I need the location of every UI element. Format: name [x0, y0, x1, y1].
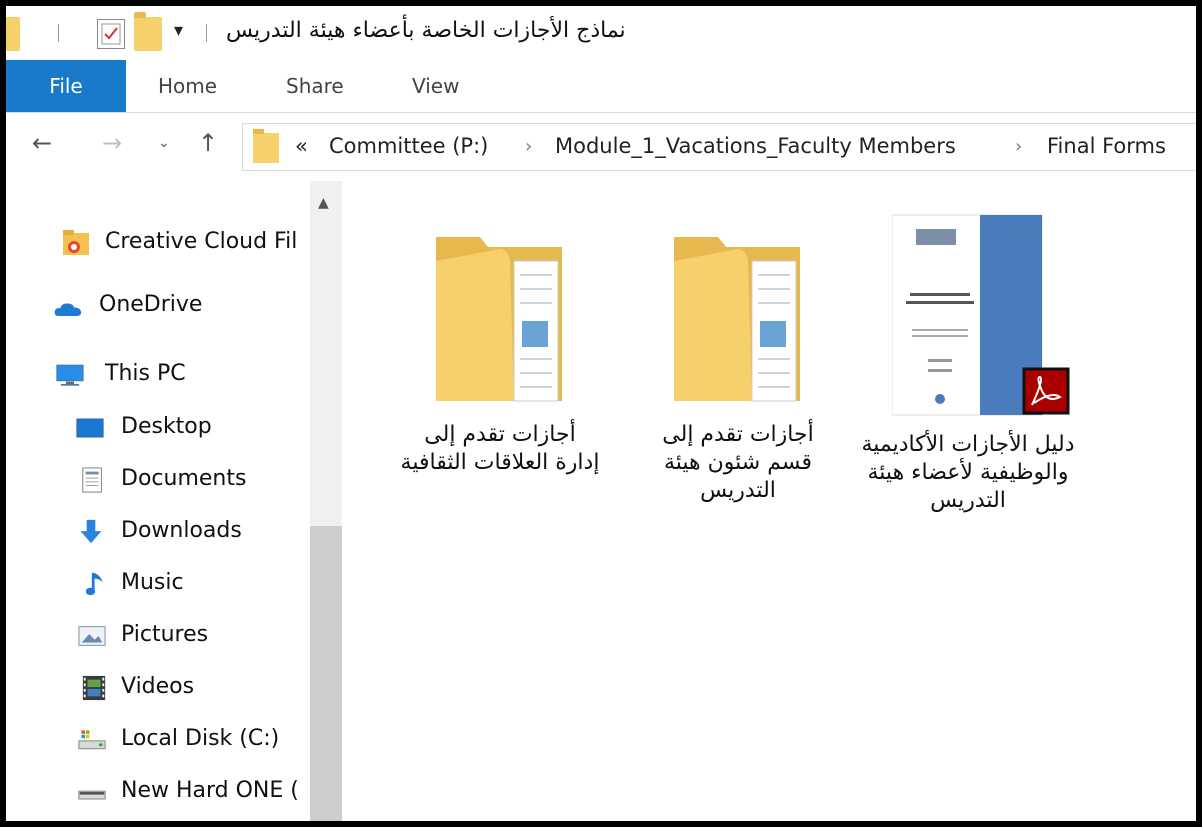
- nav-item-onedrive[interactable]: OneDrive: [6, 284, 306, 332]
- pdf-thumbnail-icon: [892, 214, 1070, 416]
- ribbon-tabs: File Home Share View: [6, 60, 1196, 113]
- nav-item-desktop[interactable]: Desktop: [6, 406, 306, 454]
- pictures-icon: [78, 626, 106, 646]
- window-title: نماذج الأجازات الخاصة بأعضاء هيئة التدري…: [226, 18, 626, 43]
- breadcrumb-separator[interactable]: ›: [525, 136, 532, 157]
- this-pc-icon: [56, 364, 84, 386]
- back-arrow-icon[interactable]: ←: [32, 129, 52, 157]
- properties-icon[interactable]: [97, 19, 125, 49]
- new-folder-icon[interactable]: [134, 12, 162, 51]
- forward-arrow-icon[interactable]: →: [102, 129, 122, 157]
- file-name: أجازات تقدم إلى قسم شئون هيئة التدريس: [662, 422, 814, 503]
- nav-item-this-pc[interactable]: This PC: [6, 353, 306, 401]
- documents-icon: [82, 467, 102, 493]
- tab-view[interactable]: View: [412, 60, 459, 112]
- tab-file[interactable]: File: [6, 60, 126, 112]
- desktop-icon: [76, 418, 104, 438]
- folder-icon[interactable]: [6, 17, 20, 51]
- nav-item-videos[interactable]: Videos: [6, 666, 306, 714]
- tab-home[interactable]: Home: [158, 60, 217, 112]
- tab-share[interactable]: Share: [286, 60, 344, 112]
- nav-item-music[interactable]: Music: [6, 562, 306, 610]
- title-separator: [206, 24, 207, 42]
- file-item-folder[interactable]: أجازات تقدم إلى قسم شئون هيئة التدريس: [638, 181, 838, 541]
- breadcrumb-separator[interactable]: ›: [1015, 136, 1022, 157]
- downloads-icon: [80, 519, 102, 544]
- address-folder-icon: [253, 129, 279, 163]
- breadcrumb-module[interactable]: Module_1_Vacations_Faculty Members: [555, 134, 956, 158]
- quick-access-separator: [58, 24, 59, 42]
- nav-item-creative-cloud[interactable]: Creative Cloud Fil: [6, 221, 306, 269]
- scroll-thumb[interactable]: [310, 526, 342, 821]
- navigation-pane: Creative Cloud Fil OneDrive This PC Desk…: [6, 181, 342, 821]
- navigation-bar: ← → ⌄ ↑ « Committee (P:) › Module_1_Vaca…: [6, 113, 1196, 181]
- file-name: أجازات تقدم إلى إدارة العلاقات الثقافية: [400, 422, 600, 475]
- file-item-folder[interactable]: أجازات تقدم إلى إدارة العلاقات الثقافية: [400, 181, 600, 541]
- customize-quick-access-icon[interactable]: ▾: [174, 20, 183, 41]
- nav-item-downloads[interactable]: Downloads: [6, 510, 306, 558]
- local-disk-icon: [78, 730, 106, 750]
- nav-item-local-disk[interactable]: Local Disk (C:): [6, 718, 306, 766]
- folder-icon: [674, 237, 800, 402]
- title-bar: ▾ نماذج الأجازات الخاصة بأعضاء هيئة التد…: [6, 6, 1196, 60]
- hard-drive-icon: [78, 790, 106, 800]
- explorer-window: ▾ نماذج الأجازات الخاصة بأعضاء هيئة التد…: [6, 6, 1196, 821]
- file-item-pdf[interactable]: دليل الأجازات الأكاديمية والوظيفية لأعضا…: [858, 181, 1075, 561]
- file-name: دليل الأجازات الأكاديمية والوظيفية لأعضا…: [861, 432, 1075, 513]
- nav-item-pictures[interactable]: Pictures: [6, 614, 306, 662]
- nav-item-new-hard-one[interactable]: New Hard ONE (: [6, 770, 306, 818]
- scroll-up-arrow-icon[interactable]: ▲: [318, 195, 329, 211]
- music-icon: [85, 572, 103, 596]
- address-bar[interactable]: « Committee (P:) › Module_1_Vacations_Fa…: [242, 123, 1196, 171]
- breadcrumb-overflow[interactable]: «: [295, 134, 308, 158]
- nav-scrollbar[interactable]: ▲: [310, 181, 342, 821]
- nav-item-documents[interactable]: Documents: [6, 458, 306, 506]
- recent-locations-chevron-icon[interactable]: ⌄: [158, 135, 170, 151]
- breadcrumb-committee[interactable]: Committee (P:): [329, 134, 488, 158]
- creative-cloud-icon: [63, 230, 89, 255]
- breadcrumb-final-forms[interactable]: Final Forms: [1047, 134, 1166, 158]
- up-arrow-icon[interactable]: ↑: [198, 129, 218, 157]
- folder-icon: [436, 237, 562, 402]
- onedrive-icon: [54, 303, 82, 316]
- videos-icon: [82, 675, 106, 701]
- file-list: أجازات تقدم إلى إدارة العلاقات الثقافية …: [342, 181, 1196, 821]
